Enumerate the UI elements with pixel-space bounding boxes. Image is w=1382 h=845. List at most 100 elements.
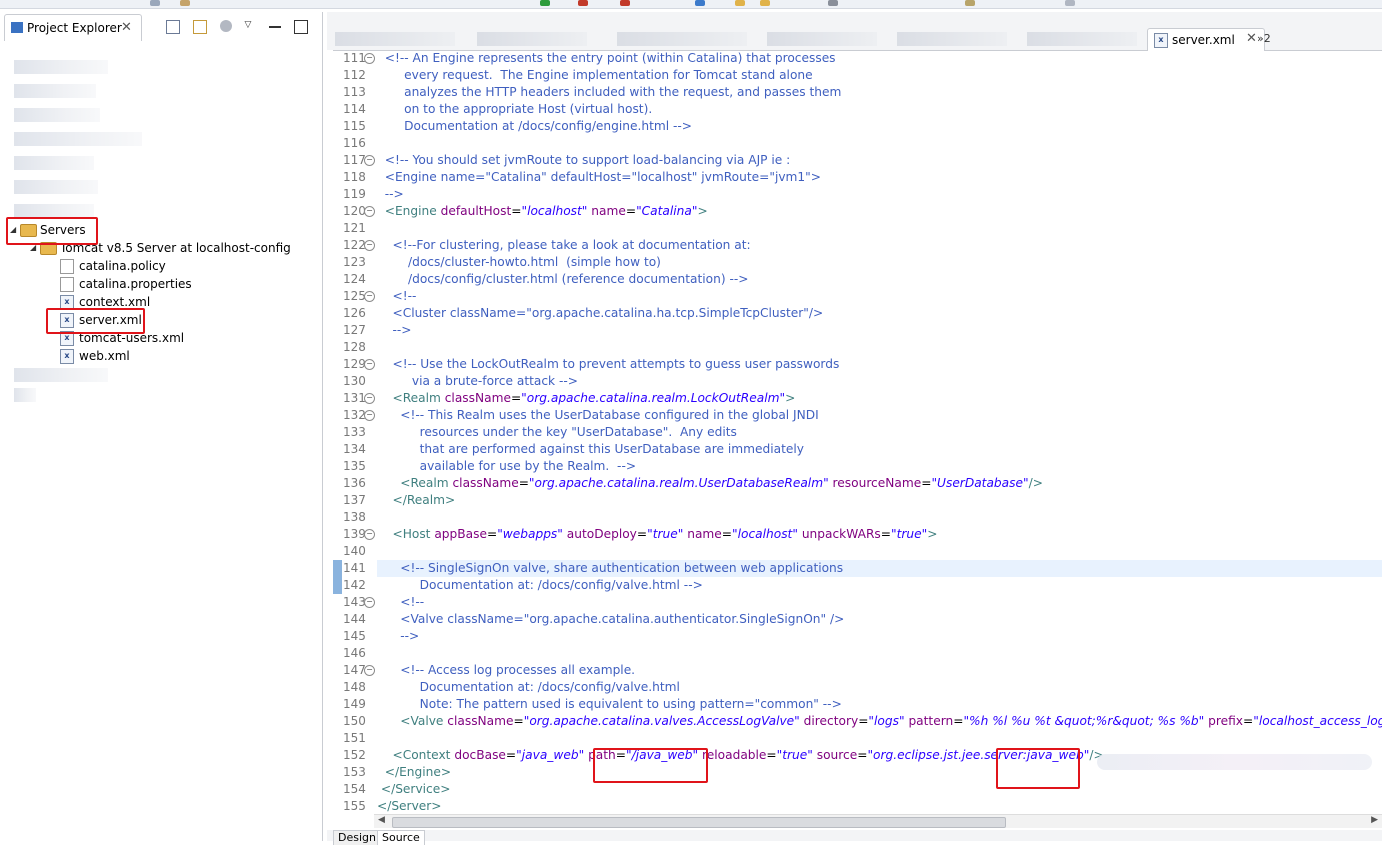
- folder-icon[interactable]: [735, 0, 745, 6]
- toolbar-icon[interactable]: [695, 0, 705, 6]
- blurred-editor-tab[interactable]: [767, 32, 877, 46]
- code-line[interactable]: that are performed against this UserData…: [377, 441, 1382, 458]
- code-line[interactable]: <Engine defaultHost="localhost" name="Ca…: [377, 203, 1382, 220]
- code-line[interactable]: <!--: [377, 594, 1382, 611]
- code-line[interactable]: <Host appBase="webapps" autoDeploy="true…: [377, 526, 1382, 543]
- code-line[interactable]: Documentation at: /docs/config/valve.htm…: [377, 679, 1382, 696]
- code-line[interactable]: analyzes the HTTP headers included with …: [377, 84, 1382, 101]
- tab-source[interactable]: Source: [377, 830, 425, 845]
- code-line[interactable]: via a brute-force attack -->: [377, 373, 1382, 390]
- blurred-editor-tab[interactable]: [335, 32, 455, 46]
- code-line[interactable]: <Cluster className="org.apache.catalina.…: [377, 305, 1382, 322]
- code-line[interactable]: Documentation at /docs/config/engine.htm…: [377, 118, 1382, 135]
- toolbar-icon[interactable]: [1065, 0, 1075, 6]
- fold-toggle-icon[interactable]: −: [364, 359, 375, 370]
- code-line[interactable]: <!-- Access log processes all example.: [377, 662, 1382, 679]
- blurred-editor-tab[interactable]: [1027, 32, 1137, 46]
- scroll-right-icon[interactable]: ▶: [1371, 815, 1378, 825]
- blurred-tree-item[interactable]: [14, 132, 142, 146]
- code-line[interactable]: <Realm className="org.apache.catalina.re…: [377, 475, 1382, 492]
- stop-icon[interactable]: [578, 0, 588, 6]
- code-line[interactable]: [377, 730, 1382, 747]
- close-icon[interactable]: ✕: [121, 20, 132, 35]
- blurred-editor-tab[interactable]: [617, 32, 747, 46]
- fold-toggle-icon[interactable]: −: [364, 240, 375, 251]
- run-icon[interactable]: [540, 0, 550, 6]
- code-line[interactable]: <!-- Use the LockOutRealm to prevent att…: [377, 356, 1382, 373]
- code-line[interactable]: <!--: [377, 288, 1382, 305]
- focus-icon[interactable]: [219, 20, 232, 32]
- code-line[interactable]: -->: [377, 322, 1382, 339]
- maximize-icon[interactable]: [294, 20, 309, 34]
- fold-toggle-icon[interactable]: −: [364, 597, 375, 608]
- code-line[interactable]: /docs/config/cluster.html (reference doc…: [377, 271, 1382, 288]
- fold-toggle-icon[interactable]: −: [364, 206, 375, 217]
- blurred-editor-tab[interactable]: [897, 32, 1007, 46]
- link-editor-icon[interactable]: [192, 20, 207, 34]
- view-menu-icon[interactable]: ▽: [244, 20, 256, 32]
- code-area[interactable]: 111−112 113 114 115 116 117−118 119 120−121 122−…: [327, 50, 1382, 828]
- fold-toggle-icon[interactable]: −: [364, 529, 375, 540]
- code-line[interactable]: </Server>: [377, 798, 1382, 815]
- blurred-tree-item[interactable]: [14, 368, 108, 382]
- code-line[interactable]: [377, 645, 1382, 662]
- blurred-tree-item[interactable]: [14, 156, 94, 170]
- blurred-tree-item[interactable]: [14, 108, 100, 122]
- blurred-tree-item[interactable]: [14, 180, 98, 194]
- code-line[interactable]: [377, 135, 1382, 152]
- code-line[interactable]: <Valve className="org.apache.catalina.au…: [377, 611, 1382, 628]
- code-line[interactable]: [377, 543, 1382, 560]
- fold-toggle-icon[interactable]: −: [364, 291, 375, 302]
- code-line[interactable]: -->: [377, 186, 1382, 203]
- code-line[interactable]: -->: [377, 628, 1382, 645]
- blurred-editor-tab[interactable]: [477, 32, 587, 46]
- fold-toggle-icon[interactable]: −: [364, 155, 375, 166]
- project-explorer-tab[interactable]: Project Explorer ✕: [4, 14, 142, 41]
- code-line[interactable]: <!-- This Realm uses the UserDatabase co…: [377, 407, 1382, 424]
- blurred-tree-item[interactable]: [14, 204, 94, 218]
- code-line[interactable]: [377, 339, 1382, 356]
- collapse-all-icon[interactable]: [166, 20, 180, 34]
- code-line[interactable]: <Valve className="org.apache.catalina.va…: [377, 713, 1382, 730]
- blurred-tree-item[interactable]: [14, 388, 36, 402]
- code-line[interactable]: /docs/cluster-howto.html (simple how to): [377, 254, 1382, 271]
- source-lines[interactable]: <!-- An Engine represents the entry poin…: [377, 50, 1382, 815]
- fold-toggle-icon[interactable]: −: [364, 410, 375, 421]
- code-line[interactable]: <!-- An Engine represents the entry poin…: [377, 50, 1382, 67]
- minimize-icon[interactable]: [269, 20, 282, 28]
- tab-overflow-button[interactable]: »2: [1257, 32, 1271, 45]
- tab-design[interactable]: Design: [333, 830, 381, 845]
- fold-toggle-icon[interactable]: −: [364, 393, 375, 404]
- code-line[interactable]: [377, 509, 1382, 526]
- code-line[interactable]: <Engine name="Catalina" defaultHost="loc…: [377, 169, 1382, 186]
- folder-icon[interactable]: [760, 0, 770, 6]
- code-line[interactable]: Documentation at: /docs/config/valve.htm…: [377, 577, 1382, 594]
- code-line[interactable]: <!-- SingleSignOn valve, share authentic…: [377, 560, 1382, 577]
- tree-file-web-xml[interactable]: x web.xml: [60, 347, 130, 365]
- code-line[interactable]: <Realm className="org.apache.catalina.re…: [377, 390, 1382, 407]
- scrollbar-thumb[interactable]: [392, 817, 1006, 828]
- editor-tab-server-xml[interactable]: x server.xml ✕: [1147, 28, 1265, 51]
- code-line[interactable]: <!-- You should set jvmRoute to support …: [377, 152, 1382, 169]
- toolbar-icon[interactable]: [828, 0, 838, 6]
- code-line[interactable]: </Service>: [377, 781, 1382, 798]
- close-icon[interactable]: ✕: [1246, 31, 1257, 46]
- code-line[interactable]: available for use by the Realm. -->: [377, 458, 1382, 475]
- code-line[interactable]: on to the appropriate Host (virtual host…: [377, 101, 1382, 118]
- code-line[interactable]: <!--For clustering, please take a look a…: [377, 237, 1382, 254]
- code-line[interactable]: </Realm>: [377, 492, 1382, 509]
- tree-file-catalina-properties[interactable]: catalina.properties: [60, 275, 192, 293]
- nav-back-icon[interactable]: [965, 0, 975, 6]
- code-line[interactable]: Note: The pattern used is equivalent to …: [377, 696, 1382, 713]
- toolbar-icon[interactable]: [150, 0, 160, 6]
- horizontal-scrollbar[interactable]: ◀ ▶: [374, 814, 1382, 828]
- scroll-left-icon[interactable]: ◀: [378, 815, 385, 825]
- debug-icon[interactable]: [620, 0, 630, 6]
- code-line[interactable]: [377, 220, 1382, 237]
- code-line[interactable]: every request. The Engine implementation…: [377, 67, 1382, 84]
- blurred-tree-item[interactable]: [14, 60, 108, 74]
- fold-toggle-icon[interactable]: −: [364, 665, 375, 676]
- code-line[interactable]: resources under the key "UserDatabase". …: [377, 424, 1382, 441]
- blurred-tree-item[interactable]: [14, 84, 96, 98]
- fold-toggle-icon[interactable]: −: [364, 53, 375, 64]
